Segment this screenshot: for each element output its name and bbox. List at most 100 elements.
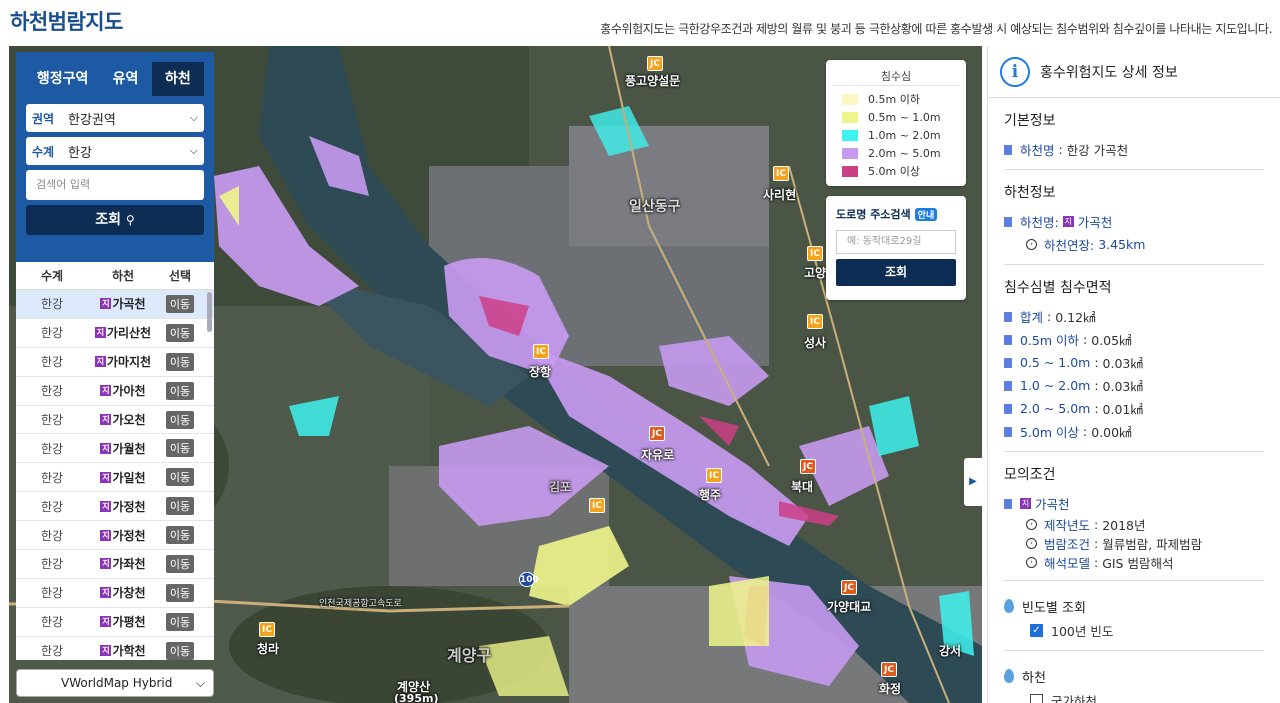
chevron-down-icon: ⌵	[195, 676, 205, 690]
local-river-badge: 지	[100, 500, 112, 512]
chevron-down-icon: ⌵	[189, 111, 198, 124]
river-name-cell: 지 가평천	[88, 613, 158, 630]
move-button[interactable]: 이동	[165, 583, 195, 602]
frequency-checkbox[interactable]: ✓	[1030, 624, 1043, 637]
river-row[interactable]: 한강 지 가오천 이동	[16, 406, 214, 435]
river-row[interactable]: 한강 지 가정천 이동	[16, 492, 214, 522]
depth-label: 5.0m 이상	[1020, 425, 1080, 440]
river-row[interactable]: 한강 지 가곡천 이동	[16, 290, 214, 319]
river-row[interactable]: 한강 지 가평천 이동	[16, 608, 214, 637]
move-button[interactable]: 이동	[165, 468, 195, 487]
address-search-button[interactable]: 조회	[836, 259, 956, 286]
info-value: 가곡천	[1034, 497, 1070, 512]
move-button[interactable]: 이동	[165, 612, 195, 631]
local-river-badge: 지	[100, 616, 112, 628]
ic-marker[interactable]: IC	[533, 344, 549, 359]
page-header: 하천범람지도 홍수위험지도는 극한강우조건과 제방의 월류 및 붕괴 등 극한상…	[0, 0, 1280, 46]
river-name-cell: 지 가오천	[88, 411, 158, 428]
water-drop-icon	[1004, 669, 1014, 683]
river-row[interactable]: 한강 지 가아천 이동	[16, 377, 214, 406]
scrollbar[interactable]	[207, 292, 212, 332]
map-label-gimpo: 김포	[549, 480, 572, 494]
legend-swatch	[842, 111, 858, 123]
ic-marker[interactable]: IC	[773, 166, 789, 181]
river-info-section: 하천정보 하천명: 지 가곡천 › 하천연장: 3.45km	[1004, 170, 1264, 265]
local-river-badge: 지	[100, 645, 112, 657]
river-name-cell: 지 가아천	[88, 382, 158, 399]
system-select[interactable]: 수계 한강 ⌵	[26, 137, 204, 165]
river-row[interactable]: 한강 지 가정천 이동	[16, 521, 214, 551]
move-button[interactable]: 이동	[165, 352, 195, 371]
river-list[interactable]: 한강 지 가곡천 이동 한강 지 가리산천 이동 한강 지 가마지천 이동 한강 지 가아천 이동 한강 지 가오천…	[16, 290, 214, 660]
jc-marker[interactable]: JC	[647, 56, 663, 71]
depth-label: 0.5m 이하	[1020, 333, 1080, 348]
right-panel: i 홍수위험지도 상세 정보 기본정보 하천명 : 한강 가곡천 하천정보 하천…	[987, 46, 1280, 703]
ic-marker[interactable]: IC	[706, 468, 722, 483]
river-row[interactable]: 한강 지 가좌천 이동	[16, 550, 214, 579]
info-value: 2018년	[1102, 518, 1146, 533]
tab-river[interactable]: 하천	[151, 62, 205, 96]
search-input[interactable]: 검색어 입력	[26, 170, 204, 200]
river-checkbox[interactable]	[1030, 694, 1043, 703]
river-system: 한강	[40, 297, 64, 312]
river-row[interactable]: 한강 지 가마지천 이동	[16, 348, 214, 377]
arrow-circle-icon: ›	[1026, 538, 1037, 549]
move-button[interactable]: 이동	[165, 554, 195, 573]
move-cell: 이동	[158, 497, 202, 516]
local-river-badge: 지	[100, 414, 112, 425]
ic-marker[interactable]: IC	[807, 246, 823, 261]
depth-area-row: 1.0 ~ 2.0m : 0.03㎢	[1004, 374, 1264, 397]
move-button[interactable]: 이동	[165, 323, 195, 342]
separator: :	[1090, 355, 1103, 370]
river-row[interactable]: 한강 지 가월천 이동	[16, 434, 214, 464]
jc-marker[interactable]: JC	[881, 662, 897, 677]
map-label-gyeyang-gu: 계양구	[447, 646, 492, 665]
tab-admin-district[interactable]: 행정구역	[26, 62, 99, 96]
river-row[interactable]: 한강 지 가리산천 이동	[16, 319, 214, 348]
separator: :	[1043, 309, 1056, 324]
river-row[interactable]: 한강 지 가학천 이동	[16, 637, 214, 660]
basemap-select[interactable]: VWorldMap Hybrid ⌵	[16, 669, 214, 697]
river-name-cell: 지 가정천	[88, 498, 158, 515]
move-button[interactable]: 이동	[165, 381, 195, 400]
section-title: 기본정보	[1004, 113, 1056, 129]
river-name-cell: 지 가일천	[88, 469, 158, 486]
guide-badge[interactable]: 안내	[914, 207, 938, 221]
move-button[interactable]: 이동	[165, 497, 195, 516]
move-button[interactable]: 이동	[165, 439, 195, 458]
ic-marker[interactable]: IC	[807, 314, 823, 329]
move-button[interactable]: 이동	[165, 641, 195, 660]
checkbox-row[interactable]: ✓ 100년 빈도	[1004, 619, 1264, 642]
address-input[interactable]: 예: 동작대로29길	[836, 230, 956, 254]
river-row[interactable]: 한강 지 가일천 이동	[16, 463, 214, 493]
basin-select[interactable]: 권역 한강권역 ⌵	[26, 104, 204, 132]
panel-toggle-handle[interactable]: ▶	[964, 458, 982, 506]
ic-marker[interactable]: IC	[589, 498, 605, 513]
depth-area-section: 침수심별 침수면적 합계 : 0.12㎢ 0.5m 이하 : 0.05㎢ 0.5 ~…	[1004, 265, 1264, 452]
query-button[interactable]: 조회 ⚲	[26, 205, 204, 235]
river-system: 한강	[40, 470, 64, 485]
depth-label: 합계	[1020, 310, 1044, 325]
move-button[interactable]: 이동	[165, 526, 195, 545]
separator: :	[1079, 424, 1092, 439]
move-button[interactable]: 이동	[165, 410, 195, 429]
move-button[interactable]: 이동	[165, 294, 195, 313]
depth-area-row: 합계 : 0.12㎢	[1004, 305, 1264, 328]
section-title: 침수심별 침수면적	[1004, 280, 1112, 296]
river-row[interactable]: 한강 지 가창천 이동	[16, 579, 214, 608]
tab-basin[interactable]: 유역	[99, 62, 151, 96]
route-100-marker[interactable]: 100	[519, 572, 539, 587]
map-label-goyang: 고양	[804, 266, 827, 280]
jc-marker[interactable]: JC	[800, 459, 816, 474]
checkbox-row[interactable]: 국가하천	[1004, 689, 1264, 703]
ic-marker[interactable]: IC	[259, 622, 275, 637]
jc-marker[interactable]: JC	[841, 580, 857, 595]
map-label-sarihyeon: 사리현	[763, 188, 797, 202]
river-name-cell: 지 가월천	[88, 440, 158, 457]
jc-marker[interactable]: JC	[649, 426, 665, 441]
bullet-icon	[1004, 357, 1012, 368]
move-cell: 이동	[158, 554, 202, 573]
info-value: 월류범람, 파제범람	[1102, 537, 1203, 552]
water-drop-icon	[1004, 599, 1014, 613]
arrow-circle-icon: ›	[1026, 557, 1037, 568]
